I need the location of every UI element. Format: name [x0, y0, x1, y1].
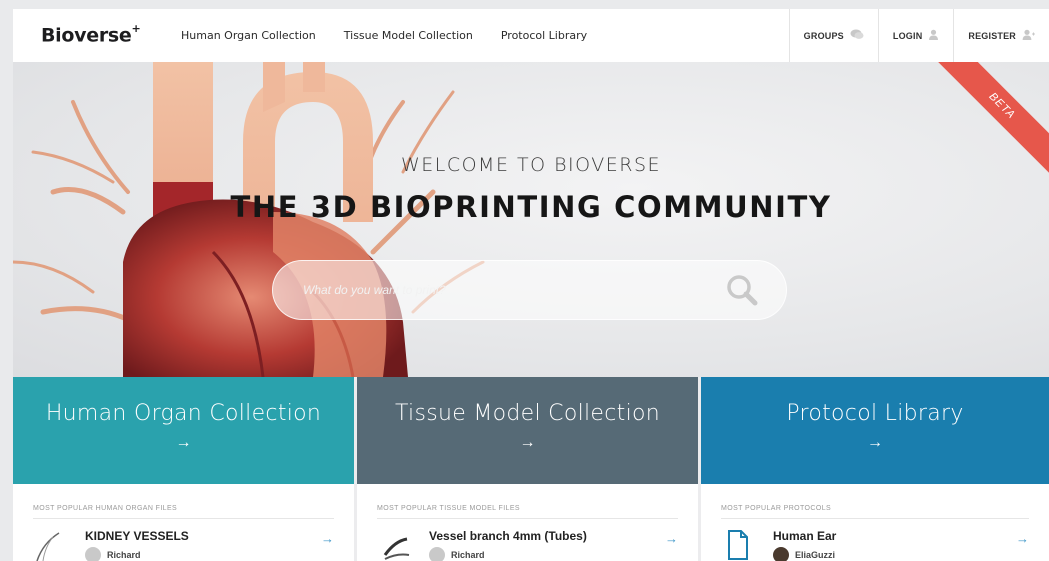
groups-button[interactable]: GROUPS	[788, 9, 878, 62]
user-icon	[928, 29, 939, 43]
search-bar	[272, 260, 787, 320]
list-item[interactable]: Vessel branch 4mm (Tubes) Richard →	[377, 519, 678, 561]
search-icon[interactable]	[722, 270, 762, 310]
nav-link-human-organ-collection[interactable]: Human Organ Collection	[181, 29, 316, 42]
top-navbar: Bioverse+ Human Organ Collection Tissue …	[13, 9, 1049, 62]
list-item[interactable]: KIDNEY VESSELS Richard →	[33, 519, 334, 561]
protocol-library-card: Protocol Library → MOST POPULAR PROTOCOL…	[701, 377, 1049, 561]
item-title: KIDNEY VESSELS	[85, 529, 189, 543]
tissue-model-collection-header[interactable]: Tissue Model Collection →	[357, 377, 698, 484]
nav-link-protocol-library[interactable]: Protocol Library	[501, 29, 587, 42]
welcome-heading: WELCOME TO BIOVERSE	[400, 154, 662, 176]
list-item[interactable]: Human Ear EliaGuzzi →	[721, 519, 1029, 561]
chat-icon	[850, 29, 864, 43]
avatar	[773, 547, 789, 561]
vessel-thumbnail	[36, 532, 60, 561]
document-icon	[728, 530, 748, 560]
item-title: Human Ear	[773, 529, 837, 543]
protocol-library-header[interactable]: Protocol Library →	[701, 377, 1049, 484]
register-button[interactable]: REGISTER	[953, 9, 1049, 62]
section-caption: MOST POPULAR HUMAN ORGAN FILES	[33, 484, 334, 519]
arrow-right-icon[interactable]: →	[321, 531, 334, 546]
tube-thumbnail	[383, 537, 410, 560]
avatar	[85, 547, 101, 561]
arrow-right-icon: →	[867, 434, 883, 451]
item-author: Richard	[107, 550, 141, 560]
item-author: Richard	[451, 550, 485, 560]
item-title: Vessel branch 4mm (Tubes)	[429, 529, 587, 543]
avatar	[429, 547, 445, 561]
nav-link-tissue-model-collection[interactable]: Tissue Model Collection	[344, 29, 473, 42]
human-organ-collection-card: Human Organ Collection → MOST POPULAR HU…	[13, 377, 354, 561]
add-user-icon	[1022, 29, 1035, 43]
section-caption: MOST POPULAR PROTOCOLS	[721, 484, 1029, 519]
collections-row: Human Organ Collection → MOST POPULAR HU…	[13, 377, 1049, 561]
arrow-right-icon: →	[519, 434, 536, 451]
section-caption: MOST POPULAR TISSUE MODEL FILES	[377, 484, 678, 519]
item-author: EliaGuzzi	[795, 550, 836, 560]
search-input[interactable]	[303, 283, 722, 297]
bioverse-logo[interactable]: Bioverse+	[41, 22, 181, 46]
hero-headline: THE 3D BIOPRINTING COMMUNITY	[230, 190, 832, 224]
page: Bioverse+ Human Organ Collection Tissue …	[13, 9, 1049, 561]
hero-banner: WELCOME TO BIOVERSE THE 3D BIOPRINTING C…	[13, 62, 1049, 377]
nav-account-area: GROUPS LOGIN REGISTER	[788, 9, 1049, 62]
human-organ-collection-header[interactable]: Human Organ Collection →	[13, 377, 354, 484]
arrow-right-icon[interactable]: →	[1016, 531, 1029, 546]
arrow-right-icon: →	[175, 434, 192, 451]
login-button[interactable]: LOGIN	[877, 9, 954, 62]
tissue-model-collection-card: Tissue Model Collection → MOST POPULAR T…	[357, 377, 698, 561]
arrow-right-icon[interactable]: →	[665, 531, 678, 546]
